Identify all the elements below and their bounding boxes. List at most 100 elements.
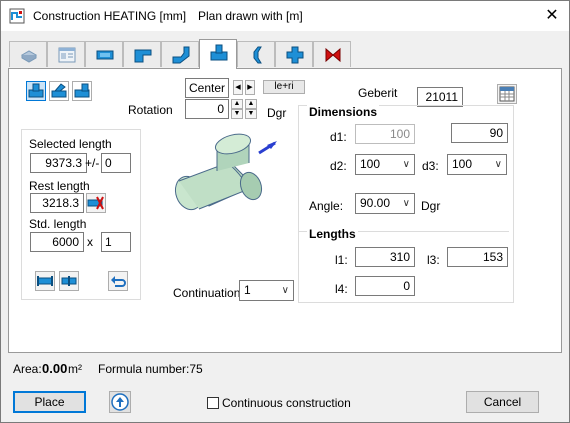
arrow-up-circle-icon	[111, 393, 129, 411]
tee-straight-icon	[28, 83, 44, 98]
tee-angled-button[interactable]	[49, 81, 69, 101]
selected-length-input[interactable]: 9373.3	[30, 153, 87, 173]
position-next-button[interactable]: ▶	[245, 80, 255, 95]
l3-input[interactable]: 153	[447, 247, 508, 267]
catalog-button[interactable]	[497, 84, 517, 104]
bend-pipe-icon	[134, 49, 152, 63]
pipe-joint-icon	[61, 276, 77, 286]
pipe-3d-icon	[20, 50, 38, 63]
selected-length-label: Selected length	[29, 137, 112, 151]
tab-straight-pipe[interactable]	[85, 41, 123, 67]
tolerance-input[interactable]: 0	[101, 153, 131, 173]
pipe-left-button[interactable]	[35, 271, 55, 291]
fitting-panel: Center ◀ ▶ le+ri Rotation 0 ▲ ▼ ▲ ▼ Dgr …	[8, 68, 562, 353]
rotation-down-button[interactable]: ▼	[231, 109, 243, 119]
lengths-title: Lengths	[307, 227, 358, 241]
continuation-value: 1	[244, 283, 251, 297]
l3-label: l3:	[427, 253, 440, 267]
rotation-up-button[interactable]: ▲	[231, 99, 243, 109]
multiply-symbol: x	[87, 235, 93, 249]
angle-value: 90.00	[360, 196, 391, 210]
tee-offset-icon	[74, 83, 90, 98]
position-prev-button[interactable]: ◀	[233, 80, 243, 95]
l1-label: l1:	[335, 253, 348, 267]
plan-info: Plan drawn with [m]	[198, 9, 303, 23]
tab-offset-pipe[interactable]	[161, 41, 199, 67]
dialog-window: Construction HEATING [mm] Plan drawn wit…	[0, 0, 570, 423]
pipe-right-button[interactable]	[59, 271, 79, 291]
cross-fitting-icon	[286, 46, 304, 64]
continuation-label: Continuation	[173, 286, 241, 300]
le-ri-button[interactable]: le+ri	[263, 80, 305, 94]
l1-input[interactable]: 310	[355, 247, 415, 267]
rotation-down-alt-button[interactable]: ▼	[245, 109, 257, 119]
window-title: Construction HEATING [mm]	[33, 9, 187, 23]
d1-alt-input[interactable]: 90	[451, 123, 508, 143]
close-button[interactable]: ✕	[541, 5, 563, 27]
dimensions-title: Dimensions	[307, 105, 380, 119]
title-bar: Construction HEATING [mm] Plan drawn wit…	[1, 1, 569, 31]
chevron-down-icon: ∨	[402, 159, 410, 170]
cut-pipe-icon	[87, 196, 104, 210]
rest-length-input[interactable]: 3218.3	[30, 193, 84, 213]
upload-button[interactable]	[109, 391, 131, 413]
tab-reducer[interactable]	[237, 41, 275, 67]
rotation-input[interactable]: 0	[185, 99, 229, 119]
area-value: 0.00	[42, 361, 68, 376]
valve-icon	[325, 47, 341, 63]
form-view-icon	[58, 47, 76, 63]
close-icon: ✕	[545, 7, 559, 24]
d3-label: d3:	[422, 159, 439, 173]
tee-straight-button[interactable]	[26, 81, 46, 101]
angle-unit: Dgr	[421, 199, 441, 213]
l4-label: l4:	[335, 282, 348, 296]
d2-value: 100	[360, 157, 381, 171]
rotation-unit: Dgr	[267, 106, 287, 120]
d1-label: d1:	[330, 130, 347, 144]
tab-cross-fitting[interactable]	[275, 41, 313, 67]
tab-bend-pipe[interactable]	[123, 41, 161, 67]
formula-number: Formula number:75	[98, 362, 203, 376]
std-count-input[interactable]: 1	[101, 232, 131, 252]
d3-value: 100	[452, 157, 473, 171]
continuation-select[interactable]: 1 ∨	[239, 280, 294, 301]
tolerance-symbol: +/-	[85, 156, 100, 170]
continuous-checkbox[interactable]	[207, 397, 219, 409]
l4-input[interactable]: 0	[355, 276, 415, 296]
chevron-down-icon: ∨	[402, 198, 410, 209]
position-field[interactable]: Center	[185, 78, 229, 98]
rotation-up-alt-button[interactable]: ▲	[245, 99, 257, 109]
pipe-segment-icon	[37, 276, 53, 286]
manufacturer-code-input[interactable]: 21011	[417, 87, 463, 107]
table-grid-icon	[499, 86, 515, 102]
chevron-down-icon: ∨	[494, 159, 502, 170]
tee-fitting-preview	[174, 133, 277, 211]
d2-label: d2:	[330, 159, 347, 173]
straight-pipe-icon	[96, 50, 114, 60]
angle-select[interactable]: 90.00 ∨	[355, 193, 415, 214]
tab-form-view[interactable]	[47, 41, 85, 67]
place-button[interactable]: Place	[13, 391, 86, 413]
std-length-label: Std. length	[29, 217, 87, 231]
tee-fitting-icon	[210, 44, 228, 61]
continuous-label: Continuous construction	[222, 396, 351, 410]
app-icon	[9, 8, 25, 24]
area-unit: m²	[68, 362, 82, 376]
undo-button[interactable]	[108, 271, 128, 291]
rest-length-button[interactable]	[86, 193, 106, 213]
tee-angled-icon	[51, 83, 67, 98]
reducer-icon	[253, 46, 262, 64]
d2-select[interactable]: 100 ∨	[355, 154, 415, 175]
chevron-down-icon: ∨	[281, 285, 289, 296]
cancel-button[interactable]: Cancel	[466, 391, 539, 413]
std-length-input[interactable]: 6000	[30, 232, 84, 252]
tee-offset-button[interactable]	[72, 81, 92, 101]
rest-length-label: Rest length	[29, 179, 90, 193]
tab-pipe-3d[interactable]	[9, 41, 47, 67]
offset-pipe-icon	[172, 46, 190, 64]
d1-input[interactable]: 100	[355, 124, 415, 144]
tab-valve[interactable]	[313, 41, 351, 67]
tab-tee-fitting[interactable]	[199, 39, 237, 69]
angle-label: Angle:	[309, 199, 344, 213]
d3-select[interactable]: 100 ∨	[447, 154, 507, 175]
